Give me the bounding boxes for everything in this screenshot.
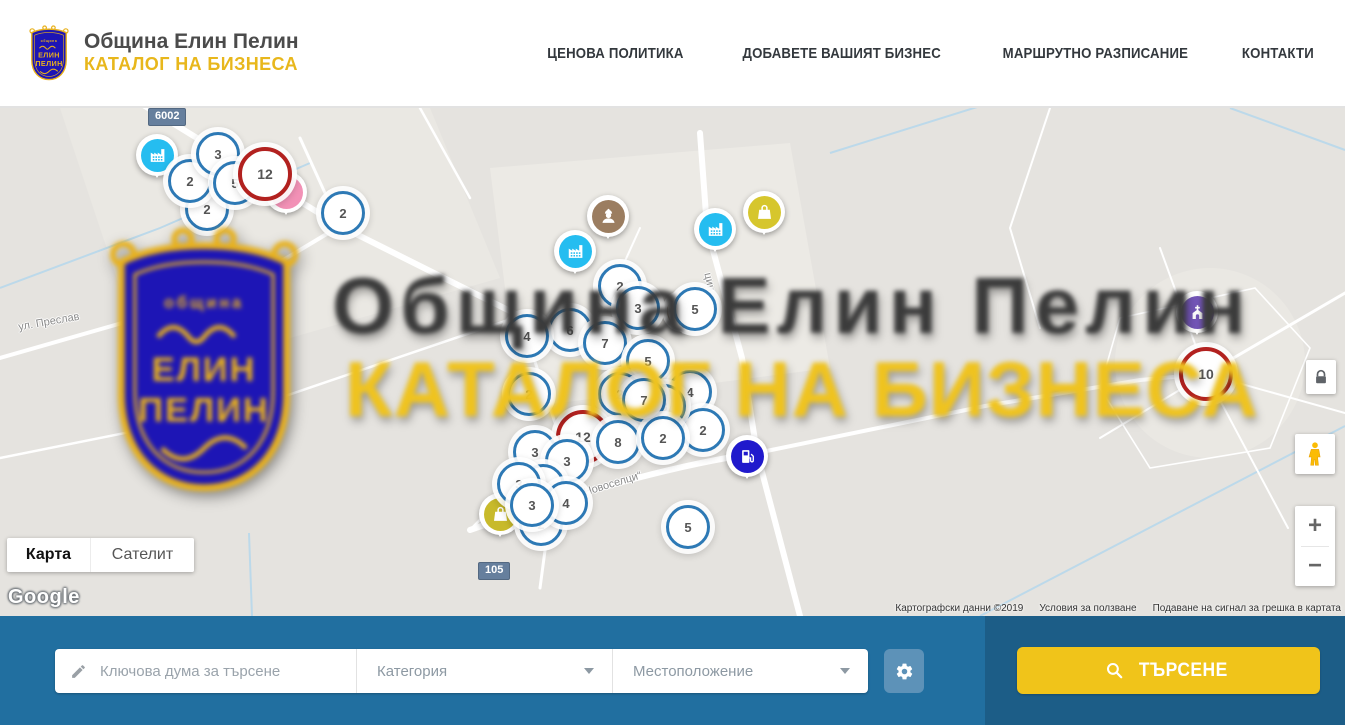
cluster-marker[interactable]: 2: [507, 372, 551, 416]
keyword-input[interactable]: [98, 662, 332, 681]
factory-icon: [148, 146, 167, 165]
cluster-marker[interactable]: 10: [1179, 347, 1233, 401]
bag-pin[interactable]: [743, 191, 785, 233]
gear-icon: [895, 662, 914, 681]
site-header: Община Елин Пелин КАТАЛОГ НА БИЗНЕСА ЦЕН…: [0, 0, 1345, 108]
map-canvas[interactable]: ул. Преславбул. „Новоселци“ции6002105223…: [0, 108, 1345, 616]
site-title: Община Елин Пелин: [84, 30, 299, 54]
cluster-marker[interactable]: 3: [616, 286, 660, 330]
factory-pin[interactable]: [554, 230, 596, 272]
bag-icon: [755, 203, 774, 222]
search-bar: Категория Местоположение ТЪРСЕНЕ: [0, 616, 1345, 725]
attribution-link[interactable]: Картографски данни ©2019: [895, 603, 1023, 614]
map-lock-button[interactable]: [1306, 360, 1336, 394]
pencil-icon: [70, 663, 87, 680]
nav-item[interactable]: КОНТАКТИ: [1242, 45, 1314, 62]
location-select[interactable]: Местоположение: [612, 649, 868, 693]
fuel-pin[interactable]: [726, 435, 768, 477]
chevron-down-icon: [584, 668, 594, 674]
cluster-marker[interactable]: 2: [321, 191, 365, 235]
site-logo[interactable]: Община Елин Пелин КАТАЛОГ НА БИЗНЕСА: [25, 22, 299, 84]
zoom-in-button[interactable]: +: [1295, 506, 1335, 546]
search-button[interactable]: ТЪРСЕНЕ: [1017, 647, 1320, 694]
cluster-marker[interactable]: 3: [510, 483, 554, 527]
category-select[interactable]: Категория: [356, 649, 612, 693]
church-pin[interactable]: [1176, 291, 1218, 333]
pegman-icon: [1305, 441, 1325, 467]
cluster-marker[interactable]: 4: [505, 314, 549, 358]
municipality-crest-icon: [25, 22, 73, 84]
factory-icon: [566, 242, 585, 261]
street-view-pegman-button[interactable]: [1295, 434, 1335, 474]
cluster-marker[interactable]: 5: [673, 287, 717, 331]
location-select-value: Местоположение: [633, 663, 753, 680]
bag-icon: [491, 505, 510, 524]
worker-icon: [599, 207, 618, 226]
logo-text: Община Елин Пелин КАТАЛОГ НА БИЗНЕСА: [84, 30, 299, 76]
main-nav: ЦЕНОВА ПОЛИТИКА ДОБАВЕТЕ ВАШИЯТ БИЗНЕС МАР…: [538, 45, 1319, 62]
cluster-marker[interactable]: 2: [681, 408, 725, 452]
church-icon: [1188, 303, 1207, 322]
advanced-search-button[interactable]: [884, 649, 924, 693]
nav-item[interactable]: ДОБАВЕТЕ ВАШИЯТ БИЗНЕС: [742, 45, 940, 62]
nav-item[interactable]: ЦЕНОВА ПОЛИТИКА: [547, 45, 683, 62]
zoom-out-button[interactable]: −: [1295, 547, 1335, 587]
fuel-icon: [738, 447, 757, 466]
factory-icon: [706, 220, 725, 239]
zoom-control: + −: [1295, 506, 1335, 586]
map-attribution: Картографски данни ©2019 Условия за ползв…: [895, 603, 1341, 614]
keyword-field[interactable]: [55, 649, 356, 693]
road-badge: 6002: [148, 108, 186, 126]
factory-pin[interactable]: [694, 208, 736, 250]
nav-item[interactable]: МАРШРУТНО РАЗПИСАНИЕ: [1003, 45, 1188, 62]
search-button-label: ТЪРСЕНЕ: [1139, 660, 1228, 682]
cluster-marker[interactable]: 12: [238, 147, 292, 201]
attribution-link[interactable]: Подаване на сигнал за грешка в картата: [1153, 603, 1341, 614]
search-icon: [1105, 661, 1124, 680]
attribution-link[interactable]: Условия за ползване: [1039, 603, 1136, 614]
map-type-satellite-button[interactable]: Сателит: [90, 538, 194, 572]
cluster-marker[interactable]: 2: [641, 416, 685, 460]
cluster-marker[interactable]: 7: [583, 321, 627, 365]
site-subtitle: КАТАЛОГ НА БИЗНЕСА: [84, 54, 299, 76]
cluster-marker[interactable]: 8: [596, 420, 640, 464]
category-select-value: Категория: [377, 663, 447, 680]
chevron-down-icon: [840, 668, 850, 674]
map-type-map-button[interactable]: Карта: [7, 538, 90, 572]
road-badge: 105: [478, 562, 510, 580]
google-logo[interactable]: Google: [8, 586, 80, 609]
cluster-marker[interactable]: 5: [666, 505, 710, 549]
search-fields: Категория Местоположение: [55, 649, 868, 693]
lock-icon: [1314, 369, 1328, 385]
page: Община Елин Пелин КАТАЛОГ НА БИЗНЕСА ЦЕН…: [0, 0, 1345, 725]
map-type-control: Карта Сателит: [7, 538, 194, 572]
